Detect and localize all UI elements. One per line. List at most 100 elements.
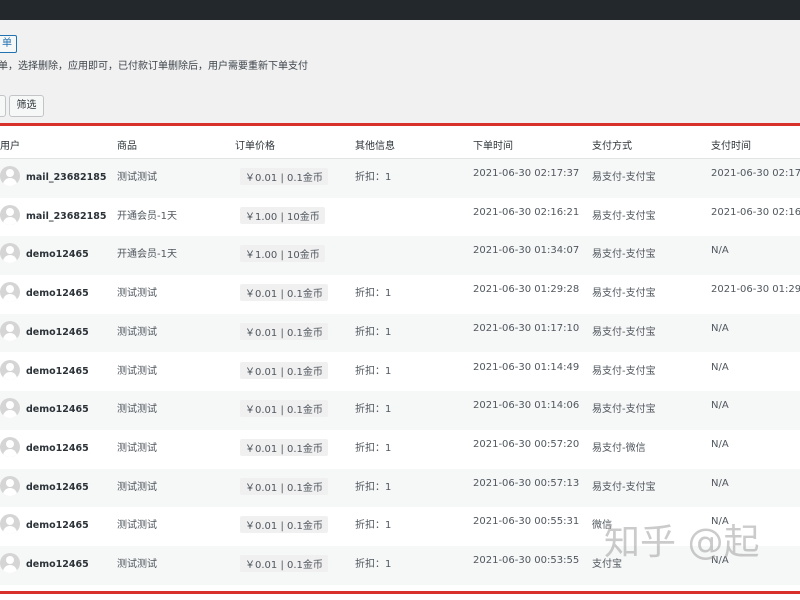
price-cell: ￥0.01 | 0.1金币 <box>240 438 328 456</box>
other-info-cell: 折扣：1 <box>355 559 392 570</box>
username-link[interactable]: demo12465 <box>26 327 89 338</box>
table-row[interactable]: demo12465 测试测试 ￥0.01 | 0.1金币 折扣：1 2021-06-30… <box>0 430 800 469</box>
product-cell: 测试测试 <box>117 288 157 300</box>
avatar-icon <box>0 553 20 573</box>
username-link[interactable]: demo12465 <box>26 482 89 493</box>
avatar-icon <box>0 436 20 457</box>
username-link[interactable]: demo12465 <box>26 520 89 531</box>
table-row[interactable]: demo12465 测试测试 ￥0.01 | 0.1金币 折扣：1 2021-06-30… <box>0 353 800 392</box>
avatar-icon <box>0 243 20 264</box>
table-row[interactable]: mail_23682185 开通会员-1天 ￥1.00 | 10金币 2021-06-… <box>0 198 800 237</box>
payment-time-cell: N/A <box>711 400 729 412</box>
username-link[interactable]: mail_23682185 <box>26 172 106 183</box>
username-link[interactable]: mail_23682185 <box>26 211 106 222</box>
payment-time-cell: N/A <box>711 322 729 334</box>
payment-time-cell: N/A <box>711 245 729 257</box>
payment-method-cell: 易支付-支付宝 <box>592 172 656 183</box>
product-cell: 测试测试 <box>117 404 157 416</box>
add-order-button[interactable]: 单 <box>0 35 17 53</box>
payment-time-cell: N/A <box>711 361 729 373</box>
username-link[interactable]: demo12465 <box>26 366 89 377</box>
price-cell: ￥0.01 | 0.1金币 <box>240 361 328 379</box>
price-cell: ￥1.00 | 10金币 <box>240 206 325 224</box>
username-link[interactable]: demo12465 <box>26 249 89 260</box>
order-time-cell: 2021-06-30 02:16:21 <box>473 206 580 218</box>
filter-button[interactable]: 筛选 <box>9 95 44 117</box>
payment-time-cell: N/A <box>711 477 729 489</box>
product-cell: 测试测试 <box>117 365 157 377</box>
payment-time-cell: 2021-06-30 02:16:33 <box>711 206 800 218</box>
username-link[interactable]: demo12465 <box>26 404 89 415</box>
table-row[interactable]: demo12465 开通会员-1天 ￥1.00 | 10金币 2021-06-30 0… <box>0 236 800 276</box>
order-time-cell: 2021-06-30 01:14:06 <box>473 400 580 412</box>
column-header-user[interactable]: 用户 <box>0 137 20 152</box>
avatar-icon <box>0 320 20 341</box>
table-header: 用户 商品 订单价格 其他信息 下单时间 支付方式 支付时间 <box>0 126 800 159</box>
table-row[interactable]: demo12465 测试测试 ￥0.01 | 0.1金币 折扣：1 2021-06-30… <box>0 468 800 508</box>
product-cell: 开通会员-1天 <box>117 249 177 261</box>
column-header-order-time[interactable]: 下单时间 <box>473 137 513 152</box>
price-cell: ￥0.01 | 0.1金币 <box>240 168 328 185</box>
order-time-cell: 2021-06-30 02:17:37 <box>473 168 580 179</box>
price-cell: ￥0.01 | 0.1金币 <box>240 322 328 340</box>
avatar-icon <box>0 398 20 419</box>
price-cell: ￥0.01 | 0.1金币 <box>240 555 328 572</box>
price-cell: ￥0.01 | 0.1金币 <box>240 477 328 495</box>
column-header-payment-method[interactable]: 支付方式 <box>592 137 632 152</box>
avatar-icon <box>0 166 20 186</box>
other-info-cell: 折扣：1 <box>355 288 392 300</box>
avatar-icon <box>0 204 20 225</box>
payment-time-cell: 2021-06-30 01:29:50 <box>711 284 800 296</box>
delete-notice-text: 单，选择删除，应用即可，已付款订单删除后，用户需要重新下单支付 <box>0 61 308 72</box>
other-info-cell: 折扣：1 <box>355 520 392 532</box>
table-row[interactable]: demo12465 测试测试 ￥0.01 | 0.1金币 折扣：1 2021-06-30… <box>0 275 800 314</box>
avatar-icon <box>0 282 20 303</box>
other-info-cell: 折扣：1 <box>355 172 392 183</box>
product-cell: 开通会员-1天 <box>117 210 177 222</box>
column-header-product[interactable]: 商品 <box>117 137 137 152</box>
price-cell: ￥1.00 | 10金币 <box>240 245 325 263</box>
column-header-payment-time[interactable]: 支付时间 <box>711 137 751 152</box>
order-time-cell: 2021-06-30 01:29:28 <box>473 284 580 296</box>
bulk-action-button[interactable] <box>0 95 6 117</box>
price-cell: ￥0.01 | 0.1金币 <box>240 400 328 418</box>
other-info-cell: 折扣：1 <box>355 326 392 338</box>
product-cell: 测试测试 <box>117 520 157 532</box>
product-cell: 测试测试 <box>117 172 157 183</box>
order-time-cell: 2021-06-30 01:14:49 <box>473 361 580 373</box>
column-header-price[interactable]: 订单价格 <box>235 137 275 152</box>
order-time-cell: 2021-06-30 00:55:31 <box>473 516 580 528</box>
username-link[interactable]: demo12465 <box>26 443 89 454</box>
order-time-cell: 2021-06-30 01:34:07 <box>473 245 580 257</box>
payment-method-cell: 易支付-支付宝 <box>592 249 656 261</box>
username-link[interactable]: demo12465 <box>26 288 89 299</box>
column-header-other-info[interactable]: 其他信息 <box>355 137 395 152</box>
table-row[interactable]: demo12465 测试测试 ￥0.01 | 0.1金币 折扣：1 2021-06-30… <box>0 391 800 430</box>
other-info-cell: 折扣：1 <box>355 442 392 454</box>
admin-top-bar <box>0 0 800 20</box>
order-time-cell: 2021-06-30 00:53:55 <box>473 555 580 566</box>
payment-method-cell: 易支付-支付宝 <box>592 365 656 377</box>
price-cell: ￥0.01 | 0.1金币 <box>240 284 328 302</box>
payment-method-cell: 易支付-支付宝 <box>592 404 656 416</box>
payment-time-cell: 2021-06-30 02:17:49 <box>711 168 800 179</box>
avatar-icon <box>0 475 20 496</box>
other-info-cell: 折扣：1 <box>355 365 392 377</box>
product-cell: 测试测试 <box>117 442 157 454</box>
price-cell: ￥0.01 | 0.1金币 <box>240 516 328 534</box>
table-row[interactable]: demo12465 测试测试 ￥0.01 | 0.1金币 折扣：1 2021-06-30… <box>0 313 800 353</box>
username-link[interactable]: demo12465 <box>26 559 89 570</box>
payment-time-cell: N/A <box>711 438 729 450</box>
table-row[interactable]: mail_23682185 测试测试 ￥0.01 | 0.1金币 折扣：1 2021-0… <box>0 159 800 198</box>
order-time-cell: 2021-06-30 01:17:10 <box>473 322 580 334</box>
other-info-cell: 折扣：1 <box>355 404 392 416</box>
product-cell: 测试测试 <box>117 481 157 493</box>
order-time-cell: 2021-06-30 00:57:13 <box>473 477 580 489</box>
other-info-cell: 折扣：1 <box>355 481 392 493</box>
payment-method-cell: 易支付-支付宝 <box>592 326 656 338</box>
watermark-text: 知乎 @起 <box>604 522 760 563</box>
payment-method-cell: 易支付-支付宝 <box>592 288 656 300</box>
avatar-icon <box>0 514 20 535</box>
order-time-cell: 2021-06-30 00:57:20 <box>473 438 580 450</box>
next-row-partial <box>0 594 800 600</box>
